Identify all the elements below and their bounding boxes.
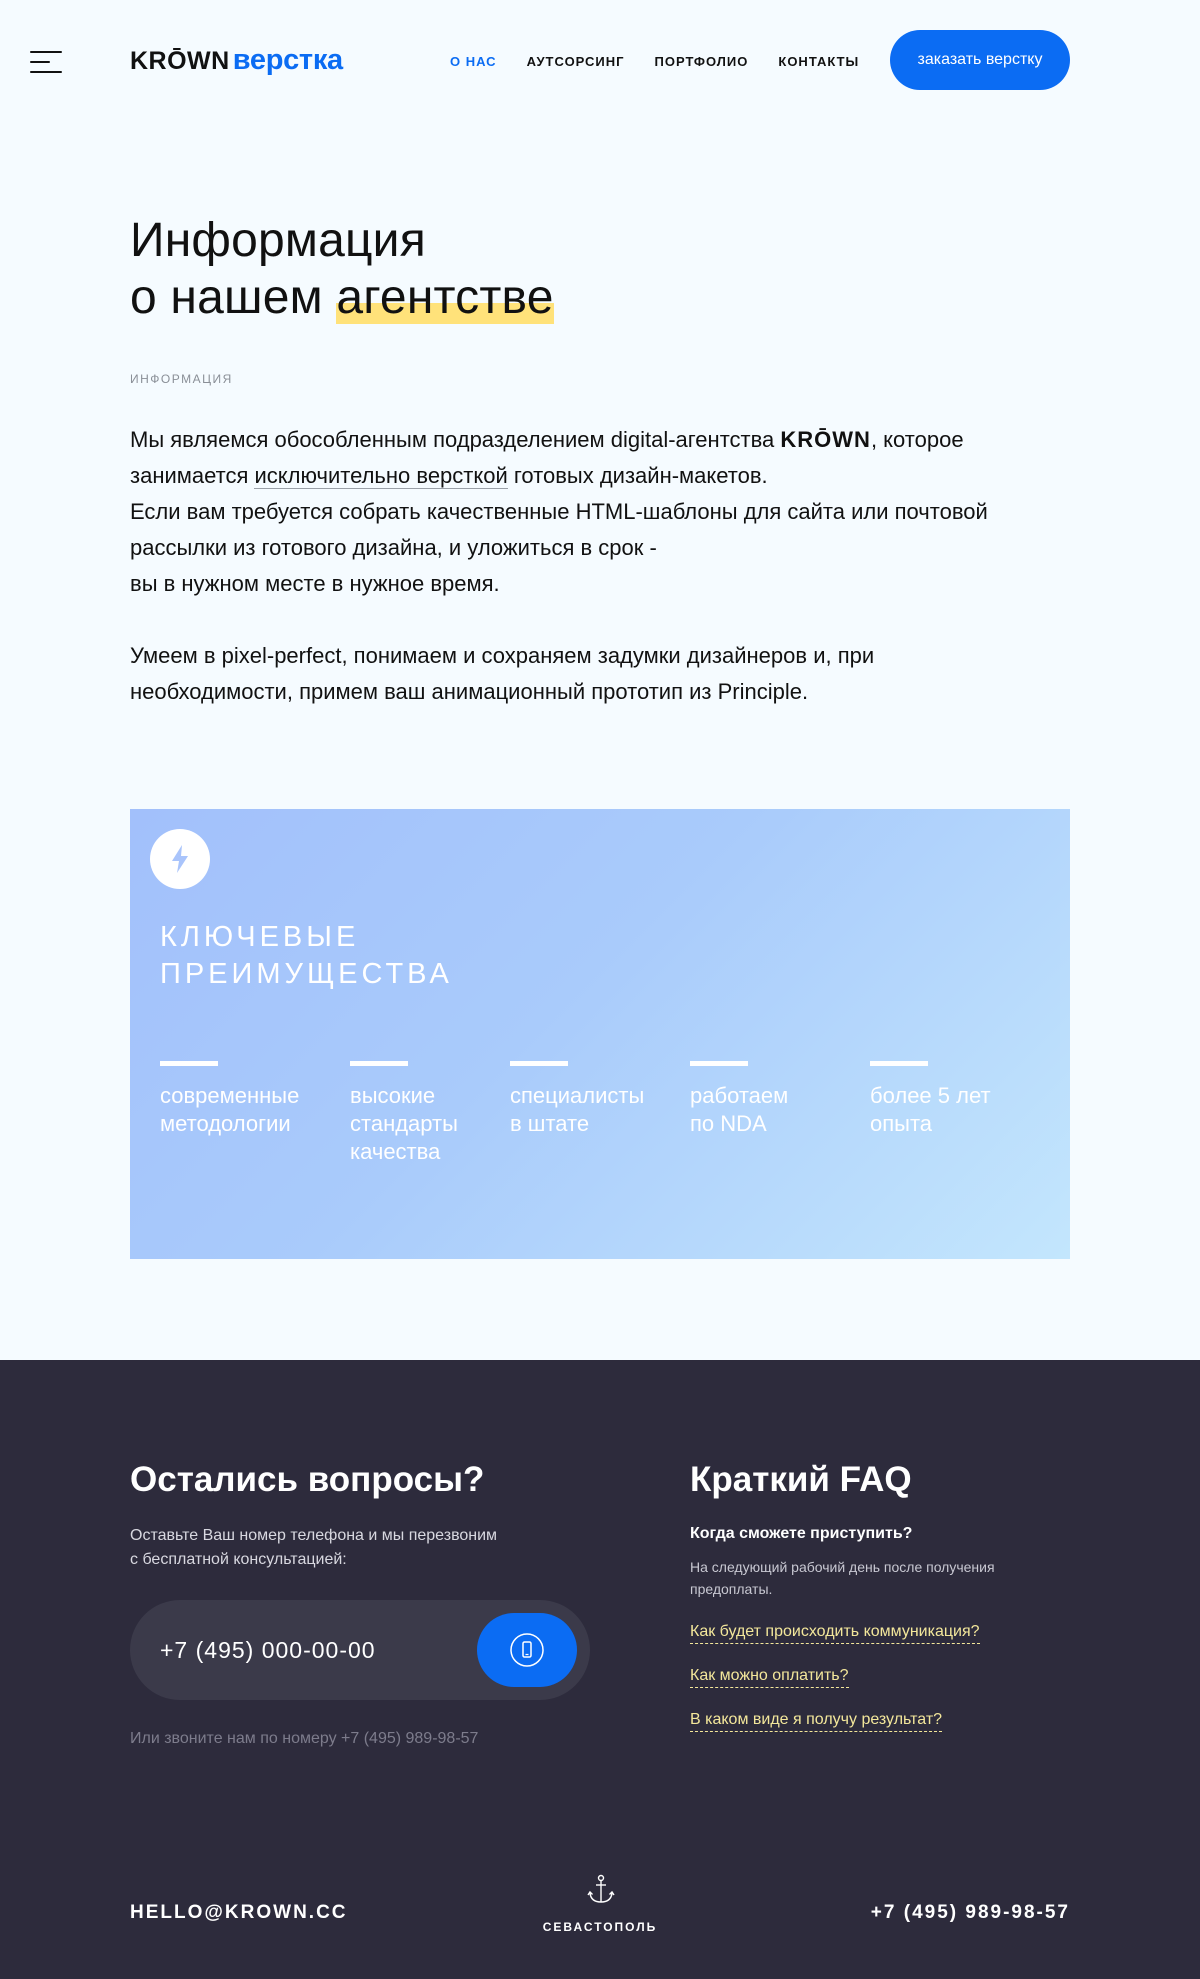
intro-text: Мы являемся обособленным подразделением … [130,422,1030,746]
faq-link-result[interactable]: В каком виде я получу результат? [690,1709,943,1732]
section-eyebrow: ИНФОРМАЦИЯ [130,372,233,386]
page-title-line1: Информация [130,214,426,267]
advantage-item: современные методологии [160,1061,330,1138]
nav-item-portfolio[interactable]: ПОРТФОЛИО [655,54,749,69]
intro-paragraph-1: Мы являемся обособленным подразделением … [130,422,1030,602]
lightning-icon [150,829,210,889]
contact-alt-phone: Или звоните нам по номеру +7 (495) 989-9… [130,1730,479,1747]
advantage-text: современные [160,1083,300,1108]
faq-answer: На следующий рабочий день после получени… [690,1559,995,1597]
footer-phone[interactable]: +7 (495) 989-98-57 [760,1902,1070,1924]
intro-underlined-link[interactable]: исключительно версткой [254,463,508,489]
advantage-text: в штате [510,1111,590,1136]
logo-brand: KRŌWN [130,47,230,75]
advantage-text: специалисты [510,1083,645,1108]
intro-text-part: вы в нужном месте в нужное время. [130,571,500,596]
faq-link-payment[interactable]: Как можно оплатить? [690,1665,849,1688]
advantage-text: по NDA [690,1111,767,1136]
advantages-block: КЛЮЧЕВЫЕ ПРЕИМУЩЕСТВА современные методо… [130,809,1070,1259]
menu-icon[interactable] [30,51,62,73]
phone-form [130,1600,590,1700]
faq-link-communication[interactable]: Как будет происходить коммуникация? [690,1621,980,1644]
intro-brand: KRŌWN [780,427,871,452]
contact-text-line: с бесплатной консультацией: [130,1551,347,1568]
advantages-title: КЛЮЧЕВЫЕ ПРЕИМУЩЕСТВА [160,919,453,993]
intro-text-part: готовых дизайн-макетов. [507,463,768,488]
main-nav: О НАС АУТСОРСИНГ ПОРТФОЛИО КОНТАКТЫ [450,54,859,69]
phone-input[interactable] [160,1630,460,1670]
advantage-item: более 5 лет опыта [870,1061,1040,1138]
phone-icon [510,1633,544,1667]
order-button[interactable]: заказать верстку [890,30,1070,90]
advantages-title-line1: КЛЮЧЕВЫЕ [160,921,360,953]
contact-text: Оставьте Ваш номер телефона и мы перезво… [130,1524,570,1572]
site-header: KRŌWN верстка О НАС АУТСОРСИНГ ПОРТФОЛИО… [0,0,1200,122]
advantage-item: работаем по NDA [690,1061,860,1138]
advantage-item: высокие стандарты качества [350,1061,520,1166]
nav-item-contacts[interactable]: КОНТАКТЫ [778,54,859,69]
footer-city: СЕВАСТОПОЛЬ [542,1920,658,1934]
advantage-text: более 5 лет [870,1083,991,1108]
faq-title: Краткий FAQ [690,1460,912,1499]
logo-sub: верстка [232,44,343,76]
call-button[interactable] [477,1613,577,1687]
page-title: Информация о нашем агентстве [130,212,554,326]
advantages-title-line2: ПРЕИМУЩЕСТВА [160,958,453,990]
advantage-text: работаем [690,1083,789,1108]
page-title-highlight: агентстве [336,271,554,324]
intro-paragraph-2: Умеем в pixel-perfect, понимаем и сохран… [130,643,875,704]
advantage-text: стандарты [350,1111,458,1136]
advantage-item: специалисты в штате [510,1061,680,1138]
footer-email[interactable]: HELLO@KROWN.CC [130,1902,348,1924]
contact-title: Остались вопросы? [130,1460,485,1499]
nav-item-about[interactable]: О НАС [450,54,497,69]
nav-item-outsourcing[interactable]: АУТСОРСИНГ [527,54,625,69]
site-footer: Остались вопросы? Оставьте Ваш номер тел… [0,1360,1200,1979]
intro-text-part: Если вам требуется собрать качественные … [130,499,988,560]
logo[interactable]: KRŌWN верстка [130,44,343,84]
advantage-text: опыта [870,1111,933,1136]
anchor-icon [587,1874,615,1903]
faq-question: Когда сможете приступить? [690,1525,913,1542]
page-title-line2: о нашем [130,271,337,324]
contact-text-line: Оставьте Ваш номер телефона и мы перезво… [130,1527,498,1544]
advantage-text: методологии [160,1111,291,1136]
advantage-text: высокие [350,1083,436,1108]
intro-text-part: Мы являемся обособленным подразделением … [130,427,781,452]
advantage-text: качества [350,1139,441,1164]
